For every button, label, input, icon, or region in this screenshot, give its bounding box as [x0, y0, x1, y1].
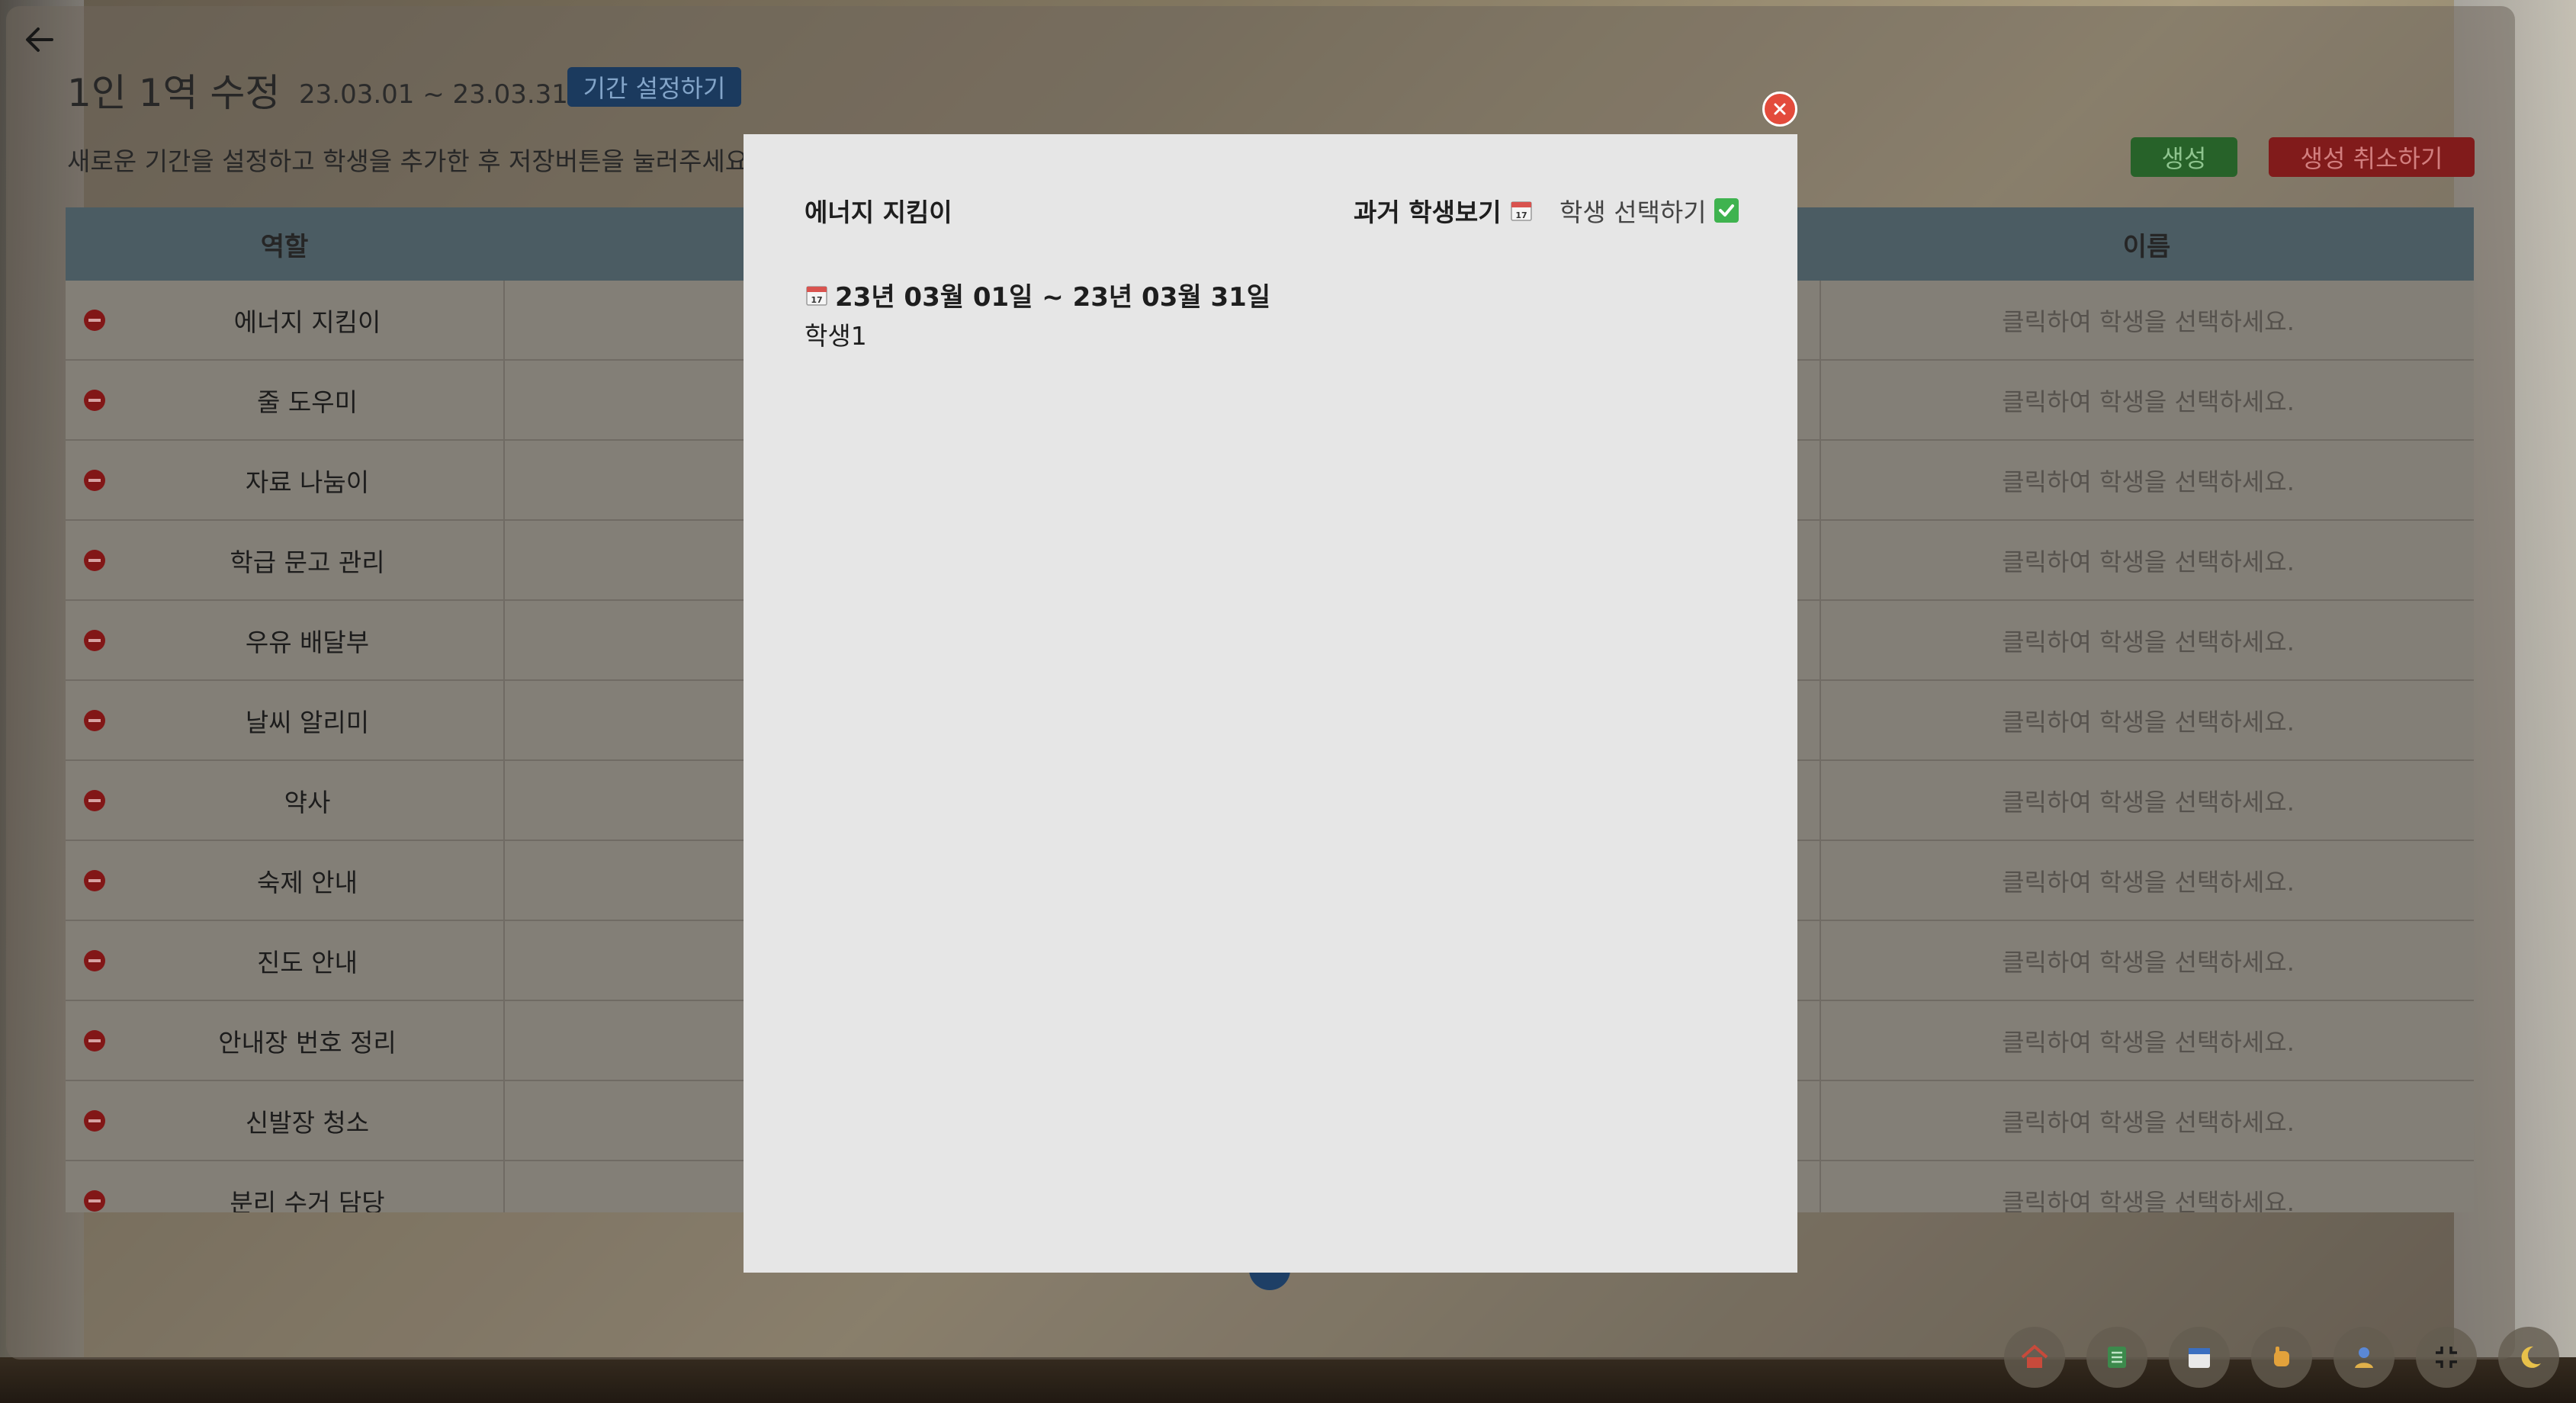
svg-text:17: 17 — [1515, 210, 1527, 220]
calendar-icon[interactable] — [2169, 1327, 2230, 1388]
moon-icon[interactable] — [2498, 1327, 2559, 1388]
role-modal: 에너지 지킴이 과거 학생보기 17 학생 선택하기 17 23년 03월 01… — [744, 134, 1797, 1273]
user-icon[interactable] — [2333, 1327, 2395, 1388]
bottom-dock — [2004, 1327, 2559, 1388]
calendar-icon: 17 — [805, 283, 829, 307]
date-range: 17 23년 03월 01일 ~ 23년 03월 31일 — [805, 276, 1270, 313]
hand-icon[interactable] — [2251, 1327, 2312, 1388]
check-icon — [1714, 198, 1739, 223]
past-students-button[interactable]: 과거 학생보기 17 — [1354, 192, 1534, 229]
past-students-label: 과거 학생보기 — [1354, 197, 1502, 227]
collapse-icon[interactable] — [2416, 1327, 2477, 1388]
close-icon[interactable] — [1762, 92, 1797, 127]
student-list-item[interactable]: 학생1 — [805, 316, 867, 352]
list-icon[interactable] — [2086, 1327, 2147, 1388]
home-icon[interactable] — [2004, 1327, 2065, 1388]
modal-title: 에너지 지킴이 — [805, 197, 952, 227]
select-student-label: 학생 선택하기 — [1559, 197, 1707, 227]
calendar-icon: 17 — [1509, 198, 1534, 223]
select-student-button[interactable]: 학생 선택하기 — [1559, 192, 1739, 229]
svg-text:17: 17 — [811, 295, 822, 305]
date-range-text: 23년 03월 01일 ~ 23년 03월 31일 — [835, 282, 1271, 313]
